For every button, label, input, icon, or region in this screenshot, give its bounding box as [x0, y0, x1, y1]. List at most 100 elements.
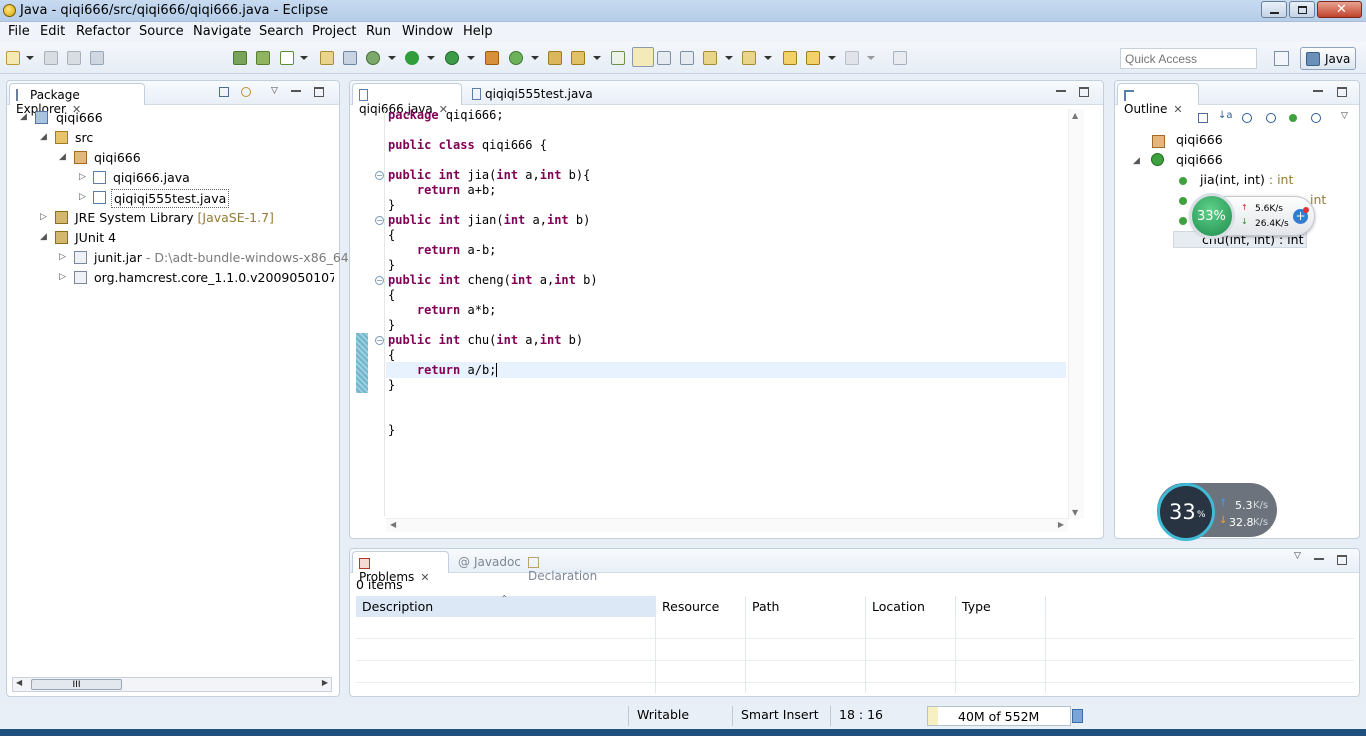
maximize-view-icon[interactable]	[1079, 87, 1089, 97]
outline-item-jia[interactable]: jia(int, int) : int	[1200, 172, 1293, 187]
menu-edit[interactable]: Edit	[40, 24, 65, 39]
column-location[interactable]: Location	[866, 596, 956, 617]
hide-fields-icon[interactable]	[1242, 113, 1252, 123]
quick-access-input[interactable]	[1120, 48, 1257, 69]
menu-window[interactable]: Window	[402, 24, 453, 39]
minimize-view-icon[interactable]	[1313, 90, 1323, 92]
new-icon[interactable]	[6, 51, 20, 65]
tab-qiqiqi555test-java[interactable]: qiqiqi555test.java	[466, 83, 616, 105]
menu-navigate[interactable]: Navigate	[193, 24, 251, 39]
link-with-editor-icon[interactable]	[241, 87, 251, 97]
skip-breakpoints-icon[interactable]	[320, 51, 334, 65]
new-package-dropdown-icon[interactable]	[531, 56, 539, 60]
next-annotation-icon[interactable]	[703, 51, 717, 65]
fold-toggle-icon[interactable]: −	[375, 276, 384, 285]
network-speed-gadget-large[interactable]: 33 % ↑ 5.3 K/s ↓ 32.8 K/s	[1157, 483, 1277, 541]
expanded-arrow-icon[interactable]: ◢	[59, 152, 66, 162]
menu-help[interactable]: Help	[463, 24, 493, 39]
hide-local-types-icon[interactable]	[1311, 113, 1321, 123]
column-type[interactable]: Type	[956, 596, 1046, 617]
tab-declaration[interactable]: Declaration	[522, 551, 614, 583]
column-description[interactable]: Description ⌃	[356, 594, 656, 617]
trash-icon[interactable]	[1072, 709, 1083, 723]
fold-toggle-icon[interactable]: −	[375, 216, 384, 225]
annotation-icon[interactable]	[611, 51, 625, 65]
pin-editor-icon[interactable]	[893, 51, 907, 65]
expanded-arrow-icon[interactable]: ◢	[40, 232, 47, 242]
close-icon[interactable]: ✕	[1173, 103, 1182, 116]
tree-item-src[interactable]: src	[75, 130, 93, 145]
menu-project[interactable]: Project	[312, 24, 356, 39]
sort-icon[interactable]: ↓a	[1218, 110, 1233, 121]
network-speed-gadget-small[interactable]: 33% ↑ 5.6K/s ↓ 26.4K/s +	[1189, 193, 1315, 239]
print-icon[interactable]	[90, 51, 104, 65]
forward-icon[interactable]	[845, 51, 859, 65]
save-icon[interactable]	[44, 51, 58, 65]
minimize-view-icon[interactable]	[1314, 558, 1324, 560]
next-annotation-dropdown-icon[interactable]	[725, 56, 733, 60]
build-all-icon[interactable]	[256, 51, 270, 65]
tree-item-junit-jar[interactable]: junit.jar - D:\adt-bundle-windows-x86_64…	[94, 250, 353, 265]
scroll-down-icon[interactable]: ▼	[1072, 508, 1078, 517]
open-perspective-icon[interactable]	[1274, 51, 1289, 66]
expanded-arrow-icon[interactable]: ◢	[20, 112, 27, 122]
tree-item-qiqiqi555test-java[interactable]: qiqiqi555test.java	[111, 189, 230, 208]
build-icon[interactable]	[233, 51, 247, 65]
coverage-icon[interactable]	[445, 51, 459, 65]
collapsed-arrow-icon[interactable]: ▷	[79, 172, 86, 182]
scroll-left-icon[interactable]: ◀	[16, 678, 22, 687]
view-menu-icon[interactable]: ▽	[1294, 551, 1301, 561]
outline-item-jian[interactable]: int	[1310, 192, 1326, 207]
expanded-arrow-icon[interactable]: ◢	[1133, 156, 1140, 166]
coverage-dropdown-icon[interactable]	[467, 56, 475, 60]
new-java-project-icon[interactable]	[485, 51, 499, 65]
menu-search[interactable]: Search	[259, 24, 304, 39]
tab-javadoc[interactable]: @ Javadoc	[452, 551, 524, 573]
tree-item-hamcrest[interactable]: org.hamcrest.core_1.1.0.v2009050107100	[94, 270, 334, 285]
collapsed-arrow-icon[interactable]: ▷	[59, 272, 66, 282]
collapsed-arrow-icon[interactable]: ▷	[79, 192, 86, 202]
expanded-arrow-icon[interactable]: ◢	[40, 132, 47, 142]
horizontal-scrollbar[interactable]: ◀ III ▶	[12, 677, 332, 692]
menu-source[interactable]: Source	[139, 24, 184, 39]
minimize-view-icon[interactable]	[291, 90, 301, 92]
view-menu-icon[interactable]: ▽	[1341, 111, 1348, 121]
collapse-all-icon[interactable]	[219, 87, 229, 97]
scroll-up-icon[interactable]: ▲	[1072, 111, 1078, 120]
back-dropdown-icon[interactable]	[828, 56, 836, 60]
search-tool-icon[interactable]	[571, 51, 585, 65]
back-icon[interactable]	[806, 51, 820, 65]
maximize-view-icon[interactable]	[314, 87, 324, 97]
tab-qiqi666-java[interactable]: qiqi666.java ✕	[352, 83, 462, 116]
close-icon[interactable]: ✕	[420, 571, 429, 584]
fold-toggle-icon[interactable]: −	[375, 336, 384, 345]
show-whitespace-icon[interactable]	[680, 51, 694, 65]
heap-status[interactable]: 40M of 552M	[927, 706, 1071, 726]
collapsed-arrow-icon[interactable]: ▷	[40, 212, 47, 222]
java-perspective-button[interactable]: Java	[1300, 47, 1356, 70]
collapse-all-icon[interactable]	[1198, 113, 1208, 123]
hide-static-icon[interactable]	[1266, 113, 1276, 123]
outline-item-package[interactable]: qiqi666	[1176, 132, 1223, 147]
scroll-right-icon[interactable]: ▶	[322, 678, 328, 687]
debug-dropdown-icon[interactable]	[388, 56, 396, 60]
task-dropdown-icon[interactable]	[300, 56, 308, 60]
tree-item-project[interactable]: qiqi666	[56, 110, 103, 125]
tree-item-package[interactable]: qiqi666	[94, 150, 141, 165]
column-resource[interactable]: Resource	[656, 596, 746, 617]
hide-nonpublic-icon[interactable]	[1289, 114, 1297, 122]
tree-item-qiqi666-java[interactable]: qiqi666.java	[113, 170, 190, 185]
close-button[interactable]: ✕	[1317, 1, 1362, 18]
task-icon[interactable]	[280, 51, 294, 65]
column-path[interactable]: Path	[746, 596, 866, 617]
minimize-button[interactable]	[1261, 1, 1287, 18]
tab-outline[interactable]: Outline ✕	[1117, 83, 1199, 116]
scroll-left-icon[interactable]: ◀	[390, 520, 396, 529]
scroll-thumb[interactable]: III	[31, 679, 122, 690]
block-selection-icon[interactable]	[657, 51, 671, 65]
maximize-button[interactable]	[1289, 1, 1315, 18]
view-menu-icon[interactable]: ▽	[271, 86, 278, 96]
vertical-scrollbar[interactable]: ▲ ▼	[1068, 109, 1084, 519]
scroll-right-icon[interactable]: ▶	[1058, 520, 1064, 529]
tab-problems[interactable]: Problems ✕	[352, 551, 449, 584]
